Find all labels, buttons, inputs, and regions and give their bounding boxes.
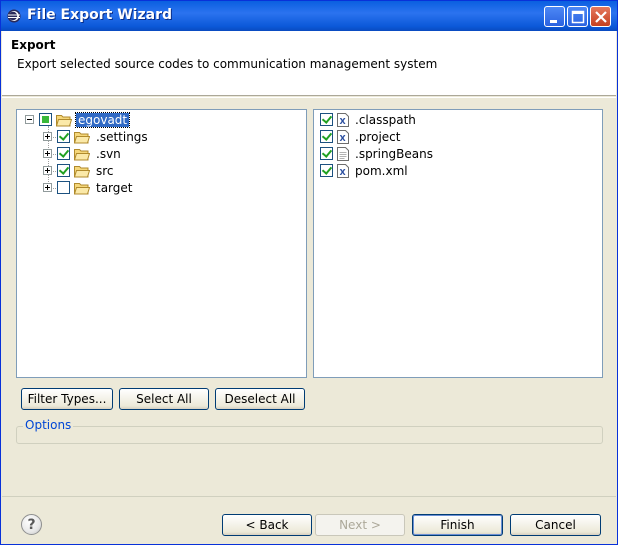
minimize-button[interactable] xyxy=(544,6,565,27)
tree-label-settings: .settings xyxy=(96,129,148,144)
expand-toggle[interactable] xyxy=(43,166,52,175)
select-all-button[interactable]: Select All xyxy=(119,388,209,410)
options-label[interactable]: Options xyxy=(23,418,74,432)
close-icon xyxy=(595,11,607,23)
file-label-classpath: .classpath xyxy=(355,112,416,127)
svg-text:X: X xyxy=(340,168,347,177)
file-checkbox-springbeans[interactable] xyxy=(320,147,333,160)
file-label-project: .project xyxy=(355,129,401,144)
filter-types-button[interactable]: Filter Types... xyxy=(21,388,113,410)
help-icon[interactable]: ? xyxy=(21,514,42,535)
tree-checkbox-target[interactable] xyxy=(57,181,70,194)
file-checkbox-classpath[interactable] xyxy=(320,113,333,126)
expand-toggle[interactable] xyxy=(43,132,52,141)
file-item-springbeans[interactable]: .springBeans xyxy=(320,145,435,162)
file-item-pom[interactable]: X pom.xml xyxy=(320,162,410,179)
window-title: File Export Wizard xyxy=(27,7,172,23)
options-group[interactable] xyxy=(16,426,603,444)
tree-item-target[interactable]: target xyxy=(43,179,135,196)
tree-checkbox-egovadt[interactable] xyxy=(39,113,52,126)
expand-toggle[interactable] xyxy=(43,183,52,192)
text-file-icon xyxy=(337,146,349,161)
header-separator xyxy=(2,97,616,98)
file-item-classpath[interactable]: X .classpath xyxy=(320,111,418,128)
tree-label-egovadt: egovadt xyxy=(74,111,131,128)
tree-label-svn: .svn xyxy=(96,146,121,161)
wizard-header: Export Export selected source codes to c… xyxy=(2,31,616,96)
file-item-project[interactable]: X .project xyxy=(320,128,402,145)
file-list-pane[interactable]: X .classpath X .project .springBeans X p… xyxy=(313,109,603,378)
file-label-pom: pom.xml xyxy=(355,163,408,178)
folder-icon xyxy=(74,131,90,143)
tree-checkbox-src[interactable] xyxy=(57,164,70,177)
tree-label-target: target xyxy=(96,180,133,195)
file-export-wizard-window: File Export Wizard Export Export selecte… xyxy=(0,0,618,545)
file-checkbox-project[interactable] xyxy=(320,130,333,143)
page-description: Export selected source codes to communic… xyxy=(17,57,438,71)
svg-text:X: X xyxy=(340,134,347,143)
svg-text:X: X xyxy=(340,117,347,126)
finish-button[interactable]: Finish xyxy=(412,514,503,536)
cancel-button[interactable]: Cancel xyxy=(510,514,601,536)
minimize-icon xyxy=(550,20,557,23)
tree-item-settings[interactable]: .settings xyxy=(43,128,150,145)
maximize-button[interactable] xyxy=(567,6,588,27)
collapse-toggle[interactable] xyxy=(25,115,34,124)
tree-checkbox-svn[interactable] xyxy=(57,147,70,160)
folder-icon xyxy=(74,165,90,177)
folder-tree-pane[interactable]: egovadt .settings .svn src target xyxy=(16,109,307,378)
xml-file-icon: X xyxy=(337,112,349,127)
maximize-icon xyxy=(571,10,585,24)
deselect-all-button[interactable]: Deselect All xyxy=(215,388,305,410)
tree-checkbox-settings[interactable] xyxy=(57,130,70,143)
folder-icon xyxy=(74,182,90,194)
open-folder-icon xyxy=(56,114,72,126)
tree-item-egovadt[interactable]: egovadt xyxy=(25,111,131,128)
expand-toggle[interactable] xyxy=(43,149,52,158)
back-button[interactable]: < Back xyxy=(222,514,312,536)
file-checkbox-pom[interactable] xyxy=(320,164,333,177)
folder-icon xyxy=(74,148,90,160)
footer-separator xyxy=(2,496,616,497)
xml-file-icon: X xyxy=(337,163,349,178)
xml-file-icon: X xyxy=(337,129,349,144)
tree-label-src: src xyxy=(96,163,114,178)
page-title: Export xyxy=(11,38,56,52)
title-bar[interactable]: File Export Wizard xyxy=(1,1,617,31)
tree-item-src[interactable]: src xyxy=(43,162,116,179)
tree-item-svn[interactable]: .svn xyxy=(43,145,123,162)
eclipse-icon xyxy=(7,9,21,23)
next-button[interactable]: Next > xyxy=(315,514,405,536)
close-button[interactable] xyxy=(590,6,611,27)
file-label-springbeans: .springBeans xyxy=(355,146,433,161)
